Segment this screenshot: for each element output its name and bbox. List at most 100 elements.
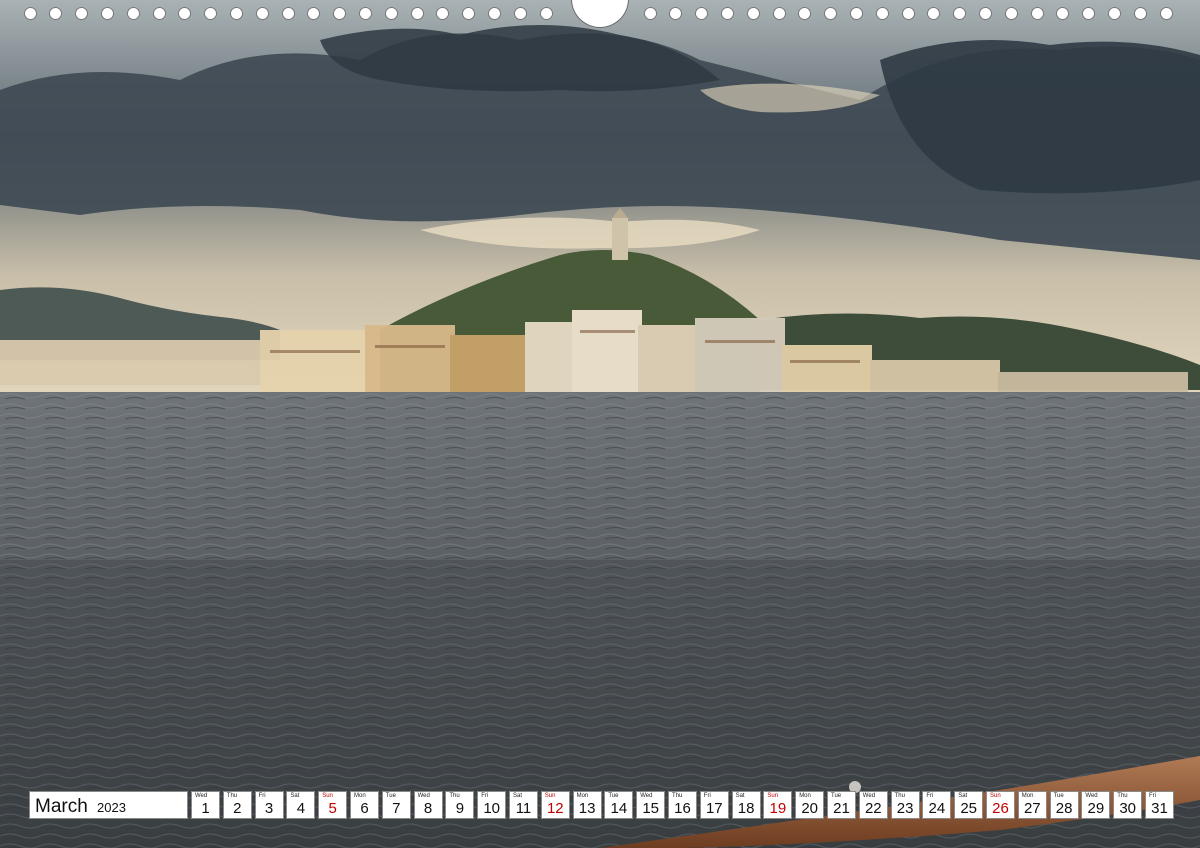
weekday-label: Fri	[258, 793, 266, 799]
binding-hole	[875, 7, 889, 20]
day-number: 22	[864, 800, 882, 817]
day-cell: Thu 23	[890, 791, 920, 819]
day-cell: Sat 25	[954, 791, 984, 819]
day-number: 26	[992, 800, 1009, 817]
day-cell: Mon 13	[572, 791, 602, 819]
weekday-label: Sat	[958, 793, 968, 799]
weekday-label: Sun	[322, 793, 333, 799]
weekday-label: Wed	[640, 793, 653, 799]
day-number: 15	[642, 800, 660, 817]
day-cell: Wed 15	[636, 791, 666, 819]
day-number: 20	[801, 800, 819, 817]
day-number: 30	[1119, 800, 1137, 817]
binding-holes	[0, 0, 1200, 30]
weekday-label: Wed	[417, 793, 430, 799]
weekday-label: Thu	[226, 793, 238, 799]
weekday-label: Mon	[799, 793, 811, 799]
day-number: 5	[328, 800, 337, 817]
weekday-label: Fri	[481, 793, 489, 799]
day-cell: Fri 31	[1145, 791, 1174, 819]
binding-hole	[75, 7, 89, 20]
binding-hole	[462, 7, 476, 20]
binding-hole	[152, 7, 166, 20]
binding-hole	[798, 7, 812, 20]
day-cell: Sun 19	[763, 791, 793, 819]
binding-hole	[539, 7, 553, 20]
month-label-box: March 2023	[29, 791, 188, 819]
weekday-label: Fri	[926, 793, 934, 799]
binding-hole	[1159, 7, 1173, 20]
binding-hole	[100, 7, 114, 20]
day-number: 9	[455, 800, 465, 817]
day-cell: Sun 26	[986, 791, 1015, 819]
binding-hole	[1082, 7, 1096, 20]
day-number: 2	[233, 800, 242, 817]
landscape-photo	[0, 0, 1200, 848]
binding-hole	[229, 7, 243, 20]
weekday-label: Tue	[608, 793, 619, 799]
day-cell: Sun 5	[318, 791, 348, 819]
weekday-label: Mon	[354, 793, 366, 799]
binding-hole	[695, 7, 709, 20]
binding-hole	[643, 7, 657, 20]
binding-hole	[410, 7, 424, 20]
day-number: 28	[1055, 800, 1073, 817]
weekday-label: Thu	[894, 793, 905, 799]
weekday-label: Wed	[1085, 793, 1098, 799]
day-cell: Thu 30	[1113, 791, 1143, 819]
weekday-label: Wed	[862, 793, 876, 799]
day-cell: Wed 29	[1081, 791, 1111, 819]
day-number: 14	[610, 800, 628, 817]
day-cell: Wed 22	[858, 791, 888, 819]
binding-hole	[333, 7, 347, 20]
binding-hole	[953, 7, 967, 20]
binding-hole	[978, 7, 992, 20]
binding-hole	[436, 7, 450, 20]
day-cell: Thu 9	[445, 791, 475, 819]
day-number: 24	[928, 800, 946, 817]
binding-hole	[720, 7, 734, 20]
binding-hole	[126, 7, 140, 20]
day-number: 19	[769, 800, 787, 817]
day-cell: Sat 4	[286, 791, 316, 819]
day-cell: Thu 2	[222, 791, 252, 819]
binding-hole	[281, 7, 295, 20]
binding-hole	[255, 7, 269, 20]
weekday-label: Tue	[385, 793, 396, 799]
day-number: 3	[264, 800, 274, 817]
binding-hole	[1004, 7, 1018, 20]
binding-hole	[772, 7, 786, 20]
day-number: 11	[515, 800, 532, 817]
day-number: 7	[392, 800, 401, 817]
day-number: 12	[546, 800, 564, 817]
day-cell: Tue 21	[827, 791, 856, 819]
day-cell: Sat 11	[509, 791, 538, 819]
weekday-label: Mon	[1021, 793, 1034, 799]
binding-hole	[746, 7, 760, 20]
weekday-label: Sun	[767, 793, 779, 799]
weekday-label: Sat	[290, 793, 300, 799]
binding-hole	[307, 7, 321, 20]
weekday-label: Thu	[672, 793, 683, 799]
day-cell: Tue 7	[381, 791, 411, 819]
weekday-label: Tue	[831, 793, 842, 799]
day-number: 1	[201, 800, 210, 817]
weekday-label: Wed	[195, 793, 208, 799]
binding-hole	[384, 7, 398, 20]
day-cell: Wed 8	[413, 791, 443, 819]
day-cell: Fri 17	[699, 791, 729, 819]
binding-hole	[178, 7, 192, 20]
binding-hole	[513, 7, 527, 20]
binding-hole	[824, 7, 838, 20]
day-number: 31	[1151, 800, 1168, 817]
binding-hole	[927, 7, 941, 20]
day-number: 13	[578, 800, 596, 817]
day-cell: Fri 10	[477, 791, 507, 819]
day-number: 27	[1023, 800, 1041, 817]
binding-hole	[23, 7, 37, 20]
binding-hole	[358, 7, 372, 20]
day-cell: Thu 16	[668, 791, 697, 819]
weekday-label: Fri	[703, 793, 711, 799]
day-cell: Wed 1	[191, 791, 220, 819]
binding-hole	[1107, 7, 1121, 20]
